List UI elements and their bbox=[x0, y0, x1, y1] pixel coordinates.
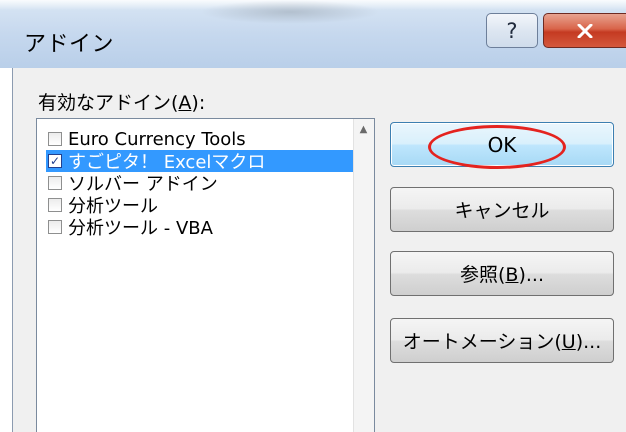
addin-checkbox[interactable] bbox=[48, 220, 62, 234]
addin-item-euro-currency-tools[interactable]: Euro Currency Tools bbox=[46, 128, 353, 150]
addin-item-analysis-toolpak[interactable]: 分析ツール bbox=[46, 194, 353, 217]
cancel-button-label: キャンセル bbox=[454, 200, 550, 222]
scroll-up-arrow-icon[interactable]: ▲ bbox=[354, 119, 373, 139]
addin-checkbox[interactable]: ✓ bbox=[48, 154, 62, 168]
addin-item-sugopita-excel-macro[interactable]: ✓ すごピタ！ Excelマクロ bbox=[46, 150, 353, 173]
title-bar: アドイン ? bbox=[0, 0, 626, 68]
addin-item-solver[interactable]: ソルバー アドイン bbox=[46, 172, 353, 195]
addin-checkbox[interactable] bbox=[48, 198, 62, 212]
addin-label: Euro Currency Tools bbox=[68, 128, 246, 150]
automation-button-label: オートメーション(U)... bbox=[402, 331, 602, 353]
help-icon: ? bbox=[506, 18, 518, 43]
addin-item-analysis-toolpak-vba[interactable]: 分析ツール - VBA bbox=[46, 216, 353, 239]
available-addins-label: 有効なアドイン(A): bbox=[38, 92, 206, 114]
check-mark-icon: ✓ bbox=[49, 154, 61, 168]
dialog-title: アドイン bbox=[24, 32, 115, 57]
addin-checkbox[interactable] bbox=[48, 132, 62, 146]
addins-listbox[interactable]: Euro Currency Tools ✓ すごピタ！ Excelマクロ ソルバ… bbox=[36, 118, 375, 432]
addins-dialog: アドイン ? 有効なアドイン(A): Euro Currency Tools ✓… bbox=[0, 0, 626, 432]
close-button[interactable] bbox=[543, 13, 626, 48]
cancel-button[interactable]: キャンセル bbox=[390, 187, 614, 232]
addin-label: 分析ツール - VBA bbox=[68, 218, 213, 239]
help-button[interactable]: ? bbox=[486, 13, 538, 48]
browse-button[interactable]: 参照(B)... bbox=[390, 251, 614, 296]
ok-button[interactable]: OK bbox=[390, 122, 614, 167]
ok-button-label: OK bbox=[487, 132, 517, 157]
listbox-scrollbar[interactable]: ▲ bbox=[353, 119, 374, 432]
browse-button-label: 参照(B)... bbox=[460, 264, 544, 286]
close-icon bbox=[577, 23, 593, 38]
automation-button[interactable]: オートメーション(U)... bbox=[390, 318, 614, 363]
addin-checkbox[interactable] bbox=[48, 176, 62, 190]
title-bar-blur bbox=[200, 0, 380, 24]
